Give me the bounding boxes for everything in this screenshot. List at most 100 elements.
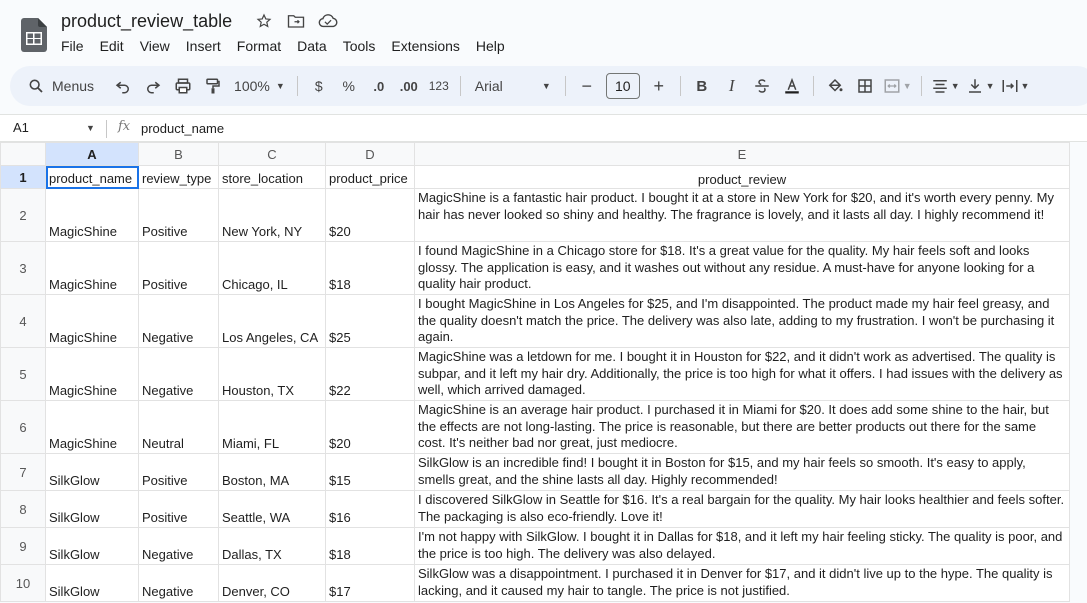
cell-product-price[interactable]: $17 xyxy=(325,564,415,602)
column-header-c[interactable]: C xyxy=(218,142,326,166)
undo-icon[interactable] xyxy=(108,72,138,100)
cell-e1[interactable]: product_review xyxy=(414,165,1070,189)
name-box[interactable]: A1 xyxy=(13,120,29,135)
cell-review-type[interactable]: Positive xyxy=(138,453,219,491)
row-header[interactable]: 8 xyxy=(0,490,46,528)
paint-format-icon[interactable] xyxy=(198,72,228,100)
menu-view[interactable]: View xyxy=(132,37,178,55)
cell-product-review[interactable]: MagicShine is a fantastic hair product. … xyxy=(414,188,1070,242)
cell-review-type[interactable]: Negative xyxy=(138,527,219,565)
row-header[interactable]: 5 xyxy=(0,347,46,401)
cell-store-location[interactable]: Denver, CO xyxy=(218,564,326,602)
cell-product-review[interactable]: I discovered SilkGlow in Seattle for $16… xyxy=(414,490,1070,528)
row-header[interactable]: 7 xyxy=(0,453,46,491)
fill-color-icon[interactable] xyxy=(820,72,850,100)
cell-product-review[interactable]: SilkGlow is an incredible find! I bought… xyxy=(414,453,1070,491)
cell-product-price[interactable]: $20 xyxy=(325,188,415,242)
menu-format[interactable]: Format xyxy=(229,37,289,55)
menu-tools[interactable]: Tools xyxy=(335,37,384,55)
column-header-a[interactable]: A xyxy=(45,142,139,166)
font-size-input[interactable]: 10 xyxy=(605,73,640,99)
row-header[interactable]: 3 xyxy=(0,241,46,295)
decrease-decimal-button[interactable]: .0 xyxy=(364,72,394,100)
column-header-e[interactable]: E xyxy=(414,142,1070,166)
menus-search-button[interactable]: Menus xyxy=(22,72,100,100)
cell-a1[interactable]: product_name xyxy=(45,165,139,189)
cell-d1[interactable]: product_price xyxy=(325,165,415,189)
cell-review-type[interactable]: Negative xyxy=(138,294,219,348)
cell-store-location[interactable]: Seattle, WA xyxy=(218,490,326,528)
cell-product-name[interactable]: SilkGlow xyxy=(45,527,139,565)
merge-cells-icon[interactable]: ▼ xyxy=(880,72,915,100)
cell-product-price[interactable]: $15 xyxy=(325,453,415,491)
cell-product-price[interactable]: $25 xyxy=(325,294,415,348)
cell-product-name[interactable]: MagicShine xyxy=(45,400,139,454)
cell-product-price[interactable]: $18 xyxy=(325,527,415,565)
cell-product-price[interactable]: $18 xyxy=(325,241,415,295)
cell-product-review[interactable]: I'm not happy with SilkGlow. I bought it… xyxy=(414,527,1070,565)
column-header-b[interactable]: B xyxy=(138,142,219,166)
chevron-down-icon[interactable]: ▼ xyxy=(86,123,95,133)
zoom-select[interactable]: 100% ▼ xyxy=(228,72,291,100)
cell-review-type[interactable]: Positive xyxy=(138,188,219,242)
strikethrough-icon[interactable] xyxy=(747,72,777,100)
redo-icon[interactable] xyxy=(138,72,168,100)
row-header[interactable]: 4 xyxy=(0,294,46,348)
cell-store-location[interactable]: New York, NY xyxy=(218,188,326,242)
formula-input[interactable]: product_name xyxy=(141,121,224,136)
percent-button[interactable]: % xyxy=(334,72,364,100)
cell-c1[interactable]: store_location xyxy=(218,165,326,189)
cell-product-review[interactable]: MagicShine is an average hair product. I… xyxy=(414,400,1070,454)
currency-button[interactable]: $ xyxy=(304,72,334,100)
cell-product-price[interactable]: $16 xyxy=(325,490,415,528)
cell-review-type[interactable]: Negative xyxy=(138,347,219,401)
row-header[interactable]: 1 xyxy=(0,165,46,189)
number-format-button[interactable]: 123 xyxy=(424,72,454,100)
column-header-d[interactable]: D xyxy=(325,142,415,166)
row-header[interactable]: 9 xyxy=(0,527,46,565)
print-icon[interactable] xyxy=(168,72,198,100)
cell-product-name[interactable]: SilkGlow xyxy=(45,564,139,602)
row-header[interactable]: 6 xyxy=(0,400,46,454)
cell-product-review[interactable]: I found MagicShine in a Chicago store fo… xyxy=(414,241,1070,295)
cloud-status-icon[interactable] xyxy=(318,11,338,31)
cell-store-location[interactable]: Dallas, TX xyxy=(218,527,326,565)
cell-review-type[interactable]: Positive xyxy=(138,241,219,295)
cell-store-location[interactable]: Miami, FL xyxy=(218,400,326,454)
cell-store-location[interactable]: Houston, TX xyxy=(218,347,326,401)
cell-store-location[interactable]: Boston, MA xyxy=(218,453,326,491)
cell-product-price[interactable]: $22 xyxy=(325,347,415,401)
cell-product-name[interactable]: MagicShine xyxy=(45,294,139,348)
row-header[interactable]: 10 xyxy=(0,564,46,602)
decrease-font-size-button[interactable]: − xyxy=(572,72,602,100)
cell-store-location[interactable]: Chicago, IL xyxy=(218,241,326,295)
menu-edit[interactable]: Edit xyxy=(92,37,132,55)
cell-product-review[interactable]: SilkGlow was a disappointment. I purchas… xyxy=(414,564,1070,602)
menu-extensions[interactable]: Extensions xyxy=(383,37,467,55)
cell-product-name[interactable]: MagicShine xyxy=(45,188,139,242)
menu-file[interactable]: File xyxy=(53,37,92,55)
borders-icon[interactable] xyxy=(850,72,880,100)
bold-button[interactable]: B xyxy=(687,72,717,100)
star-icon[interactable] xyxy=(254,11,274,31)
cell-product-review[interactable]: MagicShine was a letdown for me. I bough… xyxy=(414,347,1070,401)
vertical-align-icon[interactable]: ▼ xyxy=(963,72,998,100)
horizontal-align-icon[interactable]: ▼ xyxy=(928,72,963,100)
row-header[interactable]: 2 xyxy=(0,188,46,242)
cell-product-name[interactable]: MagicShine xyxy=(45,347,139,401)
text-wrapping-icon[interactable]: ▼ xyxy=(998,72,1033,100)
cell-review-type[interactable]: Neutral xyxy=(138,400,219,454)
sheets-logo-icon[interactable] xyxy=(21,18,47,52)
menu-help[interactable]: Help xyxy=(468,37,513,55)
font-select[interactable]: Arial ▼ xyxy=(467,72,559,100)
cell-review-type[interactable]: Negative xyxy=(138,564,219,602)
cell-product-review[interactable]: I bought MagicShine in Los Angeles for $… xyxy=(414,294,1070,348)
document-title[interactable]: product_review_table xyxy=(61,11,232,32)
move-folder-icon[interactable] xyxy=(286,11,306,31)
menu-insert[interactable]: Insert xyxy=(178,37,229,55)
text-color-icon[interactable] xyxy=(777,72,807,100)
menu-data[interactable]: Data xyxy=(289,37,335,55)
cell-product-name[interactable]: SilkGlow xyxy=(45,490,139,528)
increase-font-size-button[interactable]: + xyxy=(644,72,674,100)
cell-store-location[interactable]: Los Angeles, CA xyxy=(218,294,326,348)
